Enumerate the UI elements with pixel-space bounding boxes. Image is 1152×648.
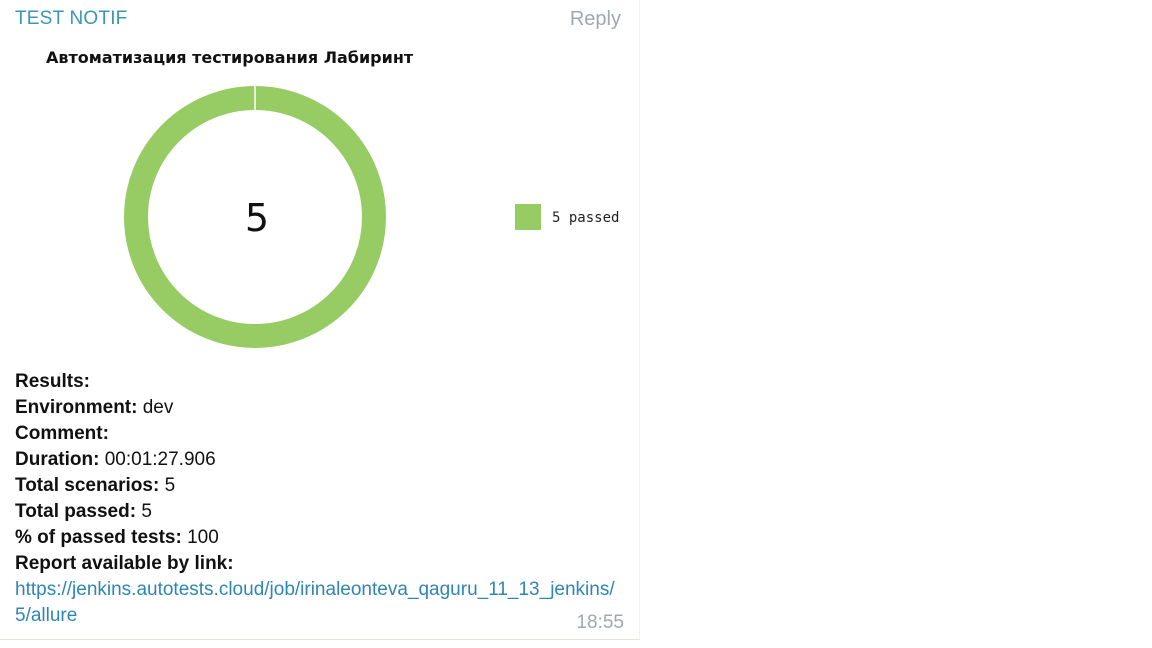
message-timestamp: 18:55 (576, 612, 624, 633)
message-bubble: TEST NOTIF Reply Автоматизация тестирова… (0, 0, 640, 640)
percent-passed-label: % of passed tests: (15, 527, 182, 548)
total-scenarios-row: Total scenarios: 5 (15, 473, 630, 499)
results-header: Results: (15, 371, 90, 392)
environment-row: Environment: dev (15, 395, 630, 421)
comment-row: Comment: (15, 421, 630, 447)
report-link[interactable]: https://jenkins.autotests.cloud/job/irin… (15, 577, 625, 629)
legend-label: 5 passed (552, 210, 619, 226)
total-passed-value: 5 (136, 501, 152, 522)
allure-chart-image[interactable]: Автоматизация тестирования Лабиринт 5 5 … (15, 40, 627, 358)
total-passed-row: Total passed: 5 (15, 499, 630, 525)
percent-passed-row: % of passed tests: 100 (15, 525, 630, 551)
donut-chart: 5 5 passed (124, 86, 619, 348)
results-block: Results: Environment: dev Comment: Durat… (15, 369, 630, 629)
reply-button[interactable]: Reply (570, 8, 621, 31)
total-scenarios-label: Total scenarios: (15, 475, 160, 496)
sender-name[interactable]: TEST NOTIF (15, 8, 127, 30)
report-label: Report available by link: (15, 553, 234, 574)
duration-row: Duration: 00:01:27.906 (15, 447, 630, 473)
percent-passed-value: 100 (181, 527, 219, 548)
duration-value: 00:01:27.906 (99, 449, 216, 470)
environment-label: Environment: (15, 397, 138, 418)
donut-center-label: 5 (245, 196, 269, 240)
total-scenarios-value: 5 (159, 475, 176, 496)
comment-label: Comment: (15, 423, 109, 444)
report-row: Report available by link: (15, 551, 630, 577)
legend-swatch (515, 204, 541, 230)
duration-label: Duration: (15, 449, 100, 470)
environment-value: dev (137, 397, 174, 418)
total-passed-label: Total passed: (15, 501, 137, 522)
